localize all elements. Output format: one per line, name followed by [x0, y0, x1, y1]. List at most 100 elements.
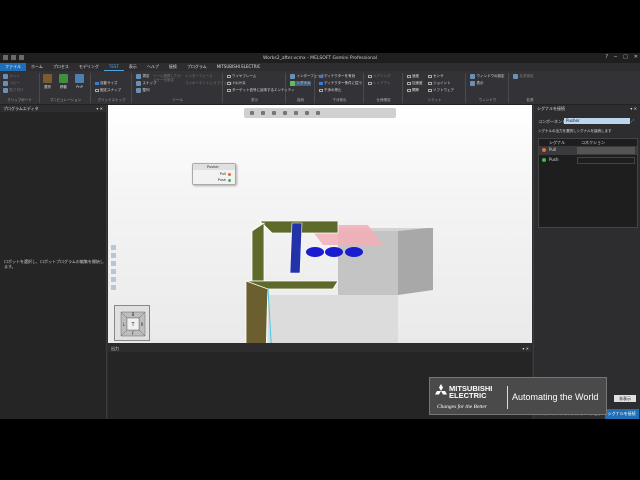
component-select[interactable]: Pusher: [564, 118, 630, 124]
move-button[interactable]: 移動: [59, 74, 68, 90]
logo-slogan: Automating the World: [512, 392, 599, 402]
ribbon-group-extension: 拡張機能 拡張: [510, 73, 550, 103]
menu-modeling[interactable]: モデリング: [74, 63, 104, 71]
enable-detector-checkbox[interactable]: ディテクターを有効: [319, 74, 355, 79]
ribbon-group-tools: 測定 スナップ 整列 ツール連携したセンサーを設定 インターフェース コンポーネ…: [133, 73, 245, 103]
snap-icon: [136, 81, 141, 86]
pusher-rod[interactable]: [289, 222, 303, 274]
pusher-leg[interactable]: [245, 280, 269, 343]
signal-hint: シグナルの出力を選択しシグナルを接続します: [538, 129, 612, 133]
menu-connect[interactable]: 接続: [164, 63, 182, 71]
menu-file[interactable]: ファイル: [0, 63, 26, 71]
workpiece-disc[interactable]: [345, 247, 363, 257]
accel-checkbox[interactable]: 加速度: [407, 81, 423, 86]
push-connection-cell[interactable]: [577, 157, 635, 164]
hide-button[interactable]: 非表示: [614, 395, 636, 402]
checkbox-icon: [368, 74, 372, 79]
measure-icon: [136, 74, 141, 79]
joint-checkbox[interactable]: 関節: [407, 88, 419, 93]
panel-close-icon[interactable]: ▾ ✕: [522, 345, 529, 352]
pnp-button[interactable]: PnP: [75, 74, 84, 89]
ribbon-group-label: ウィンドウ: [478, 98, 497, 102]
signal-row-push[interactable]: Push: [539, 156, 637, 165]
auto-size-checkbox[interactable]: 自動サイズ: [95, 81, 117, 86]
checkbox-icon: [407, 74, 411, 79]
pick-component-icon[interactable]: ⤢: [631, 118, 634, 123]
workpiece-disc[interactable]: [325, 247, 343, 257]
checkbox-icon: [428, 74, 432, 79]
pull-status-icon: [542, 148, 546, 152]
menu-home[interactable]: ホーム: [26, 63, 48, 71]
popup-signal-push[interactable]: Push: [218, 178, 226, 182]
pull-port-icon[interactable]: [228, 173, 231, 176]
window-icon: [470, 74, 475, 79]
menu-process[interactable]: プロセス: [48, 63, 74, 71]
wireframe-checkbox[interactable]: ワイヤフレーム: [227, 74, 256, 79]
menu-view[interactable]: 表示: [124, 63, 142, 71]
mitsubishi-logo-banner: MITSUBISHI ELECTRIC Changes for the Bett…: [429, 377, 607, 415]
menu-mitsubishi[interactable]: MITSUBISHI ELECTRIC: [212, 63, 266, 71]
detector-rule-checkbox[interactable]: ディテクター条件に従う: [319, 81, 362, 86]
paste-button[interactable]: 貼り付け: [3, 88, 24, 93]
cut-button[interactable]: カット: [3, 74, 20, 79]
navcube-back-label: B: [132, 312, 135, 317]
navcube-right-label: R: [141, 322, 144, 327]
close-icon[interactable]: ✕: [634, 54, 638, 60]
ribbon-group-label: 表示: [251, 98, 258, 102]
tab-connect-signals[interactable]: シグナルを接続: [604, 409, 639, 419]
navigation-cube[interactable]: T B L R F: [114, 305, 150, 341]
menu-program[interactable]: プログラム: [182, 63, 212, 71]
panel-close-icon[interactable]: ▾ ✕: [96, 105, 103, 112]
paste-icon: [3, 88, 8, 93]
panel-close-icon[interactable]: ▾ ✕: [630, 105, 637, 112]
menu-test[interactable]: TEST: [103, 63, 124, 71]
maximize-icon[interactable]: □: [623, 54, 628, 60]
signal-button[interactable]: シグナル: [290, 81, 311, 86]
ribbon-group-label: 接続: [297, 98, 304, 102]
display-button[interactable]: 表示: [470, 81, 484, 86]
software-checkbox[interactable]: ソフトウェア: [428, 88, 454, 93]
ribbon-group-collision: ディテクターを有効 ディテクター条件に従う 干渉の停止 干渉検出: [316, 73, 364, 103]
menu-help[interactable]: ヘルプ: [142, 63, 164, 71]
popup-header: Pusher: [193, 164, 235, 170]
measure-button[interactable]: 測定: [136, 74, 150, 79]
push-port-icon[interactable]: [228, 179, 231, 182]
target-signal-checkbox[interactable]: ターゲット信号に反映するエンティティ: [227, 88, 295, 93]
window-settings-button[interactable]: ウィンドウの設定: [470, 74, 505, 79]
signal-row-name: Push: [549, 157, 559, 162]
interface-tool-button[interactable]: インターフェース: [185, 74, 213, 79]
speed-checkbox[interactable]: 速度: [407, 74, 419, 79]
signal-popup[interactable]: Pusher Pull Push: [192, 163, 236, 185]
panel-title: 出力: [111, 346, 119, 351]
ribbon-group-label: グリッドスナップ: [97, 98, 126, 102]
ribbon-group-spec: ペアリング レイアウト 仕様確認: [365, 73, 403, 103]
fixed-snap-checkbox[interactable]: 固定スナップ: [95, 88, 121, 93]
joint2-checkbox[interactable]: ジョイント: [428, 81, 451, 86]
pull-connection-cell[interactable]: [577, 147, 635, 154]
pairing-checkbox[interactable]: ペアリング: [368, 74, 391, 79]
trace-checkbox[interactable]: トレース: [227, 81, 246, 86]
logo-brand-line2: ELECTRIC: [449, 391, 487, 400]
sensor-checkbox[interactable]: センサ: [428, 74, 444, 79]
workpiece-disc[interactable]: [306, 247, 324, 257]
minimize-icon[interactable]: ─: [614, 54, 617, 60]
three-diamonds-logo-icon: [435, 384, 447, 395]
select-button[interactable]: 選択: [43, 74, 52, 90]
signal-table: シグナル コネクション Pull Push: [538, 138, 638, 228]
align-button[interactable]: 整列: [136, 88, 150, 93]
copy-button[interactable]: コピー: [3, 81, 20, 86]
col-signal-header: シグナル: [549, 140, 565, 145]
extension-button[interactable]: 拡張機能: [513, 74, 534, 79]
ribbon-group-display: ワイヤフレーム トレース ターゲット信号に反映するエンティティ 表示: [224, 73, 295, 103]
sensor-setup-button[interactable]: ツール連携したセンサーを設定: [153, 74, 183, 82]
popup-signal-pull[interactable]: Pull: [220, 172, 226, 176]
checkbox-icon: [319, 74, 323, 79]
signal-row-pull[interactable]: Pull: [539, 146, 637, 155]
ribbon-group-label: 仕様確認: [376, 98, 391, 102]
checkbox-icon: [95, 81, 99, 86]
collision-stop-checkbox[interactable]: 干渉の停止: [319, 88, 342, 93]
layout-checkbox[interactable]: レイアウト: [368, 81, 391, 86]
checkbox-icon: [428, 81, 432, 86]
3d-viewport[interactable]: Pusher Pull Push T B L R F: [108, 105, 532, 343]
help-icon[interactable]: ?: [605, 54, 608, 60]
